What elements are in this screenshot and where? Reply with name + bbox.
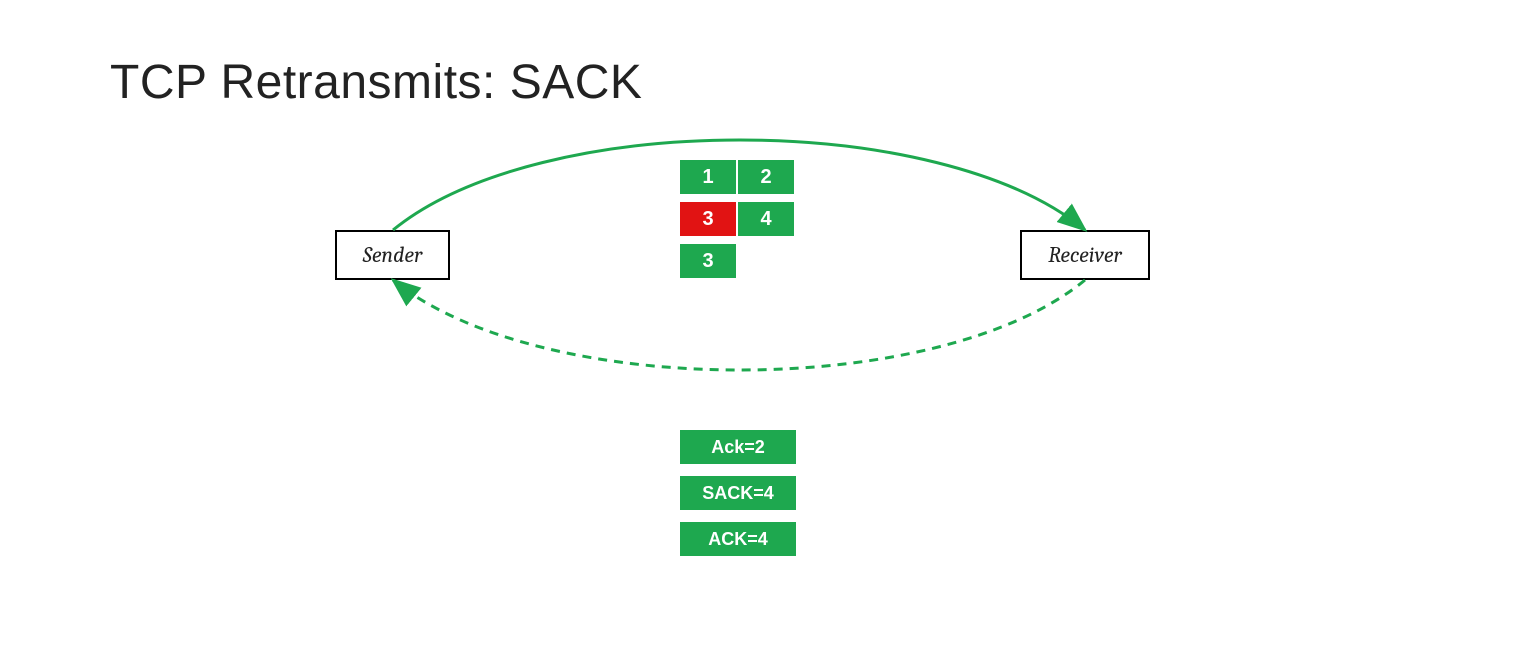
packet-1: 1: [680, 160, 736, 194]
packet-3-lost: 3: [680, 202, 736, 236]
packet-3-retransmit: 3: [680, 244, 736, 278]
packet-4: 4: [738, 202, 794, 236]
sack-4: SACK=4: [680, 476, 796, 510]
sender-node: Sender: [335, 230, 450, 280]
packet-2: 2: [738, 160, 794, 194]
ack-4: ACK=4: [680, 522, 796, 556]
diagram-stage: TCP Retransmits: SACK Sender Receiver 1 …: [0, 0, 1536, 652]
diagram-title: TCP Retransmits: SACK: [110, 55, 642, 110]
ack-2: Ack=2: [680, 430, 796, 464]
receiver-node: Receiver: [1020, 230, 1150, 280]
back-arrow: [393, 280, 1085, 370]
